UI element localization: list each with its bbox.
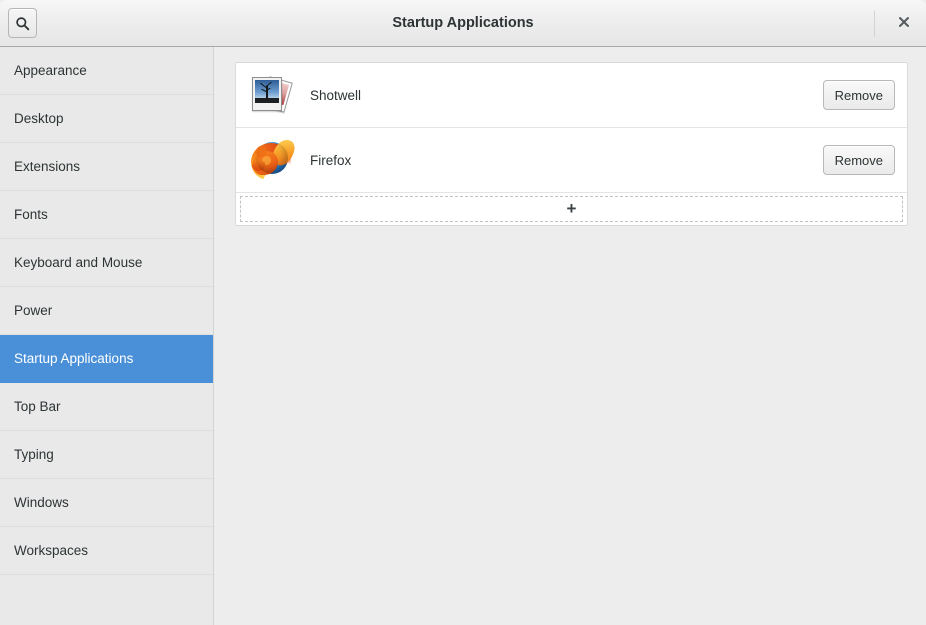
close-icon [898, 15, 910, 32]
sidebar-item-label: Workspaces [14, 543, 89, 558]
sidebar-item-extensions[interactable]: Extensions [0, 143, 213, 191]
app-name: Firefox [310, 152, 352, 168]
sidebar-item-label: Top Bar [14, 399, 61, 414]
plus-icon: + [566, 199, 577, 218]
sidebar-item-label: Power [14, 303, 53, 318]
content-area: Shotwell Remove Firefox Remove + [215, 47, 926, 625]
add-startup-application-button[interactable]: + [240, 196, 903, 222]
startup-applications-window: Startup Applications Appearance Desktop … [0, 0, 926, 625]
sidebar-item-workspaces[interactable]: Workspaces [0, 527, 213, 575]
sidebar-item-startup-applications[interactable]: Startup Applications [0, 335, 213, 383]
sidebar-item-appearance[interactable]: Appearance [0, 47, 213, 95]
photo-front [252, 77, 282, 111]
sidebar-item-fonts[interactable]: Fonts [0, 191, 213, 239]
sidebar-item-desktop[interactable]: Desktop [0, 95, 213, 143]
sidebar-item-label: Appearance [14, 63, 87, 78]
sidebar-item-label: Windows [14, 495, 69, 510]
sidebar-item-windows[interactable]: Windows [0, 479, 213, 527]
sidebar-item-label: Keyboard and Mouse [14, 255, 143, 270]
app-name: Shotwell [310, 87, 362, 103]
sidebar-item-keyboard-and-mouse[interactable]: Keyboard and Mouse [0, 239, 213, 287]
settings-sidebar[interactable]: Appearance Desktop Extensions Fonts Keyb… [0, 47, 214, 625]
sidebar-item-label: Typing [14, 447, 54, 462]
close-button[interactable] [890, 9, 918, 37]
sidebar-item-label: Desktop [14, 111, 64, 126]
remove-button[interactable]: Remove [822, 145, 895, 175]
sidebar-item-typing[interactable]: Typing [0, 431, 213, 479]
titlebar-divider [874, 11, 875, 37]
sidebar-item-top-bar[interactable]: Top Bar [0, 383, 213, 431]
page-title: Startup Applications [392, 15, 534, 31]
shotwell-photos-icon [248, 71, 296, 119]
firefox-icon [248, 136, 298, 184]
sidebar-item-label: Fonts [14, 207, 48, 222]
sidebar-item-label: Startup Applications [14, 351, 134, 366]
sidebar-item-label: Extensions [14, 159, 81, 174]
table-row[interactable]: Firefox Remove [236, 128, 907, 193]
sidebar-item-power[interactable]: Power [0, 287, 213, 335]
add-startup-application-row[interactable]: + [236, 193, 907, 225]
table-row[interactable]: Shotwell Remove [236, 63, 907, 128]
window-titlebar: Startup Applications [0, 0, 926, 47]
remove-button[interactable]: Remove [822, 80, 895, 110]
startup-applications-list: Shotwell Remove Firefox Remove + [235, 62, 908, 226]
